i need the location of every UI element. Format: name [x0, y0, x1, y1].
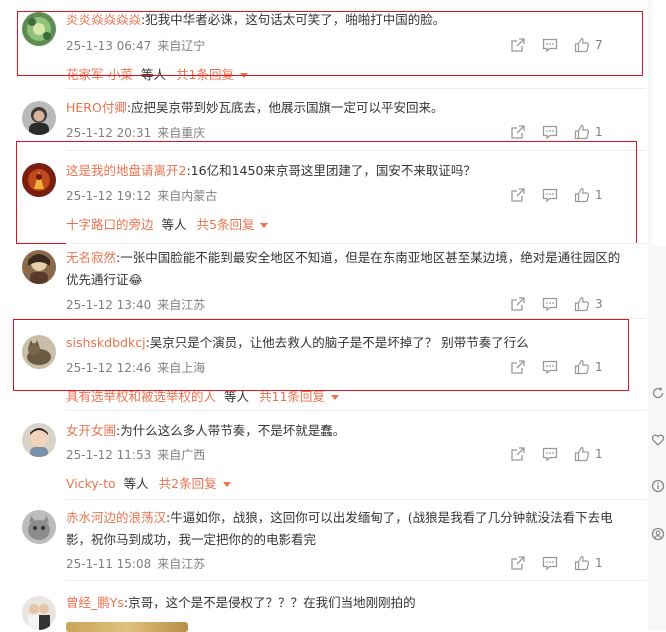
username-link[interactable]: 赤水河边的浪荡汉 [66, 510, 166, 525]
highlight-box [17, 11, 643, 76]
reply-icon[interactable] [542, 555, 558, 571]
comment-meta: 25-1-11 15:08 来自江苏 [66, 555, 205, 572]
comment-date: 25-1-12 20:31 [66, 126, 152, 140]
chevron-down-icon[interactable] [330, 395, 339, 400]
reply-count-link[interactable]: 共2条回复 [159, 476, 217, 491]
reply-username[interactable]: 具有选举权和被选举权的人 [66, 389, 216, 404]
reply-summary[interactable]: Vicky-to 等人 共2条回复 [66, 473, 231, 492]
reply-etc: 等人 [123, 476, 149, 491]
like-icon[interactable] [574, 555, 590, 571]
reply-icon[interactable] [542, 124, 558, 140]
avatar[interactable] [22, 423, 56, 457]
like-count: 1 [595, 447, 603, 461]
chevron-down-icon[interactable] [222, 482, 231, 487]
share-icon[interactable] [510, 124, 526, 140]
refresh-icon[interactable] [651, 385, 665, 399]
highlight-box [16, 141, 637, 244]
reply-icon[interactable] [542, 446, 558, 462]
comment-date: 25-1-12 13:40 [66, 298, 152, 312]
share-icon[interactable] [510, 555, 526, 571]
avatar[interactable] [22, 510, 56, 544]
comment-text: :为什么这么多人带节奏，不是坏就是蠢。 [116, 423, 346, 438]
comment-meta: 25-1-12 11:53 来自广西 [66, 446, 205, 463]
comment-actions: 3 [510, 296, 620, 312]
comment-actions: 1 [510, 124, 620, 140]
comment-line: HERO付卿:应把吴京带到妙瓦底去，他展示国旗一定可以平安回来。 [66, 97, 640, 119]
reply-username[interactable]: Vicky-to [66, 476, 116, 491]
like-icon[interactable] [574, 446, 590, 462]
comment-text: :一张中国脸能不能到最安全地区不知道，但是在东南亚地区甚至某边境，绝对是通往园区… [66, 250, 621, 287]
comment-feed: 炎炎焱焱焱焱:犯我中华者必诛，这句话太可笑了，啪啪打中国的脸。 25-1-13 … [0, 0, 666, 632]
divider [66, 410, 646, 411]
side-panel-edge [652, 0, 666, 246]
reply-icon[interactable] [542, 296, 558, 312]
comment-line: 赤水河边的浪荡汉:牛逼如你，战狼，这回你可以出发缅甸了，(战狼是我看了几分钟就没… [66, 507, 626, 551]
username-link[interactable]: HERO付卿 [66, 100, 127, 115]
like-count: 3 [595, 297, 603, 311]
comment-date: 25-1-11 15:08 [66, 557, 152, 571]
laughing-emoji-icon: 😂 [128, 273, 143, 287]
avatar[interactable] [22, 101, 56, 135]
avatar[interactable] [22, 596, 56, 630]
comment-line: 曾经_鹏Ys:京哥，这个是不是侵权了？？？在我们当地刚刚拍的 [66, 592, 640, 614]
reply-etc: 等人 [224, 389, 250, 404]
comment-meta: 25-1-12 13:40 来自江苏 [66, 296, 205, 313]
reply-count-link[interactable]: 共11条回复 [259, 389, 325, 404]
comment-actions: 1 [510, 446, 620, 462]
comment-location: 来自广西 [157, 448, 206, 462]
comment-date: 25-1-12 11:53 [66, 448, 152, 462]
comment-location: 来自江苏 [157, 298, 206, 312]
username-link[interactable]: 女开女圃 [66, 423, 116, 438]
like-icon[interactable] [574, 296, 590, 312]
username-link[interactable]: 无名寂然 [66, 250, 116, 265]
avatar[interactable] [22, 250, 56, 284]
divider [66, 243, 646, 244]
comment-line: 无名寂然:一张中国脸能不能到最安全地区不知道，但是在东南亚地区甚至某边境，绝对是… [66, 247, 626, 291]
comment-actions: 1 [510, 555, 620, 571]
username-link[interactable]: 曾经_鹏Ys [66, 595, 124, 610]
share-icon[interactable] [510, 296, 526, 312]
user-icon[interactable] [651, 526, 665, 541]
divider [66, 88, 646, 89]
divider [66, 499, 646, 500]
divider [66, 580, 646, 581]
attached-image[interactable] [66, 622, 188, 632]
like-count: 1 [595, 556, 603, 570]
highlight-box [13, 319, 629, 391]
share-icon[interactable] [510, 446, 526, 462]
info-icon[interactable] [651, 478, 665, 493]
comment-text: :应把吴京带到妙瓦底去，他展示国旗一定可以平安回来。 [126, 100, 444, 115]
comment-location: 来自江苏 [157, 557, 206, 571]
like-icon[interactable] [574, 124, 590, 140]
comment-location: 来自重庆 [157, 126, 206, 140]
like-count: 1 [595, 125, 603, 139]
heart-icon[interactable] [651, 432, 665, 446]
comment-line: 女开女圃:为什么这么多人带节奏，不是坏就是蠢。 [66, 420, 640, 442]
comment-text: :京哥，这个是不是侵权了？？？在我们当地刚刚拍的 [123, 595, 416, 610]
comment-meta: 25-1-12 20:31 来自重庆 [66, 124, 205, 141]
